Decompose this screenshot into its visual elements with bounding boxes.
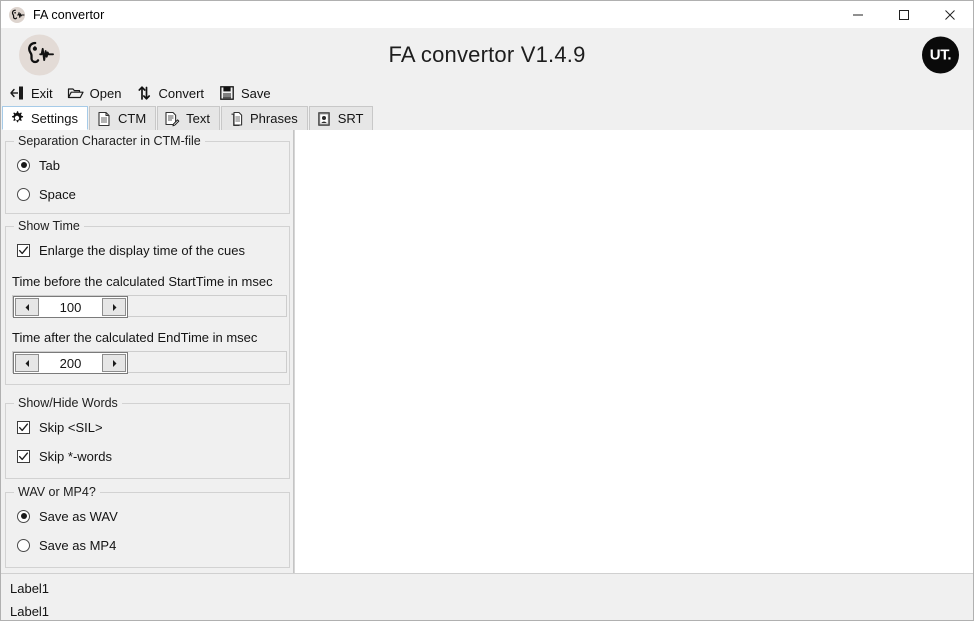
exit-door-icon — [8, 85, 25, 102]
arrow-left-icon — [25, 359, 29, 367]
status-label-1: Label1 — [10, 581, 50, 596]
before-starttime-stepper[interactable]: 100 — [12, 295, 287, 318]
checkbox-enlarge-cues-label: Enlarge the display time of the cues — [39, 242, 245, 258]
after-endtime-increment-button[interactable] — [102, 354, 126, 372]
after-endtime-label: Time after the calculated EndTime in mse… — [12, 330, 258, 345]
checkbox-skip-sil-label: Skip <SIL> — [39, 419, 103, 435]
exit-button[interactable]: Exit — [5, 82, 60, 104]
radio-tab-indicator[interactable] — [17, 158, 30, 172]
minimize-button[interactable] — [835, 1, 881, 28]
application-window: FA convertor FA convertor V1.4.9 UT. Exi… — [0, 0, 974, 621]
wav-or-mp4-legend: WAV or MP4? — [18, 485, 96, 499]
maximize-button[interactable] — [881, 1, 927, 28]
document-icon — [96, 111, 112, 127]
content-area[interactable] — [294, 130, 973, 573]
tab-phrases-label: Phrases — [250, 111, 298, 126]
status-area: Label1 Label1 — [1, 573, 973, 620]
open-folder-icon — [67, 85, 84, 102]
after-endtime-spin[interactable]: 200 — [13, 352, 128, 374]
show-time-legend: Show Time — [18, 219, 80, 233]
radio-space-indicator[interactable] — [17, 187, 30, 201]
after-endtime-decrement-button[interactable] — [15, 354, 39, 372]
arrow-right-icon — [112, 359, 116, 367]
wav-or-mp4-group: WAV or MP4? Save as WAV Save as MP4 — [5, 485, 290, 568]
tab-ctm-label: CTM — [117, 111, 147, 126]
checkbox-skip-star-words-label: Skip *-words — [39, 448, 112, 464]
minimize-icon — [853, 14, 863, 15]
convert-button[interactable]: Convert — [132, 82, 211, 104]
window-title: FA convertor — [33, 7, 105, 22]
close-button[interactable] — [927, 1, 973, 28]
radio-save-as-wav[interactable]: Save as WAV — [17, 506, 289, 526]
main-toolbar: Exit Open Convert Save — [1, 81, 973, 105]
ear-waveform-icon — [8, 6, 26, 24]
radio-save-as-mp4[interactable]: Save as MP4 — [17, 535, 289, 555]
tab-srt[interactable]: SRT — [308, 106, 374, 130]
tab-settings[interactable]: Settings — [2, 106, 88, 130]
arrow-right-icon — [112, 303, 116, 311]
checkbox-skip-star-words[interactable]: Skip *-words — [17, 446, 289, 466]
check-mark-icon — [18, 422, 29, 431]
save-label: Save — [241, 85, 271, 101]
exit-label: Exit — [31, 85, 53, 101]
before-starttime-label: Time before the calculated StartTime in … — [12, 274, 273, 289]
radio-tab-label: Tab — [39, 157, 60, 173]
radio-save-as-wav-label: Save as WAV — [39, 508, 118, 524]
radio-save-as-mp4-label: Save as MP4 — [39, 537, 117, 553]
arrow-left-icon — [25, 303, 29, 311]
checkbox-enlarge-cues[interactable]: Enlarge the display time of the cues — [17, 240, 289, 260]
open-button[interactable]: Open — [64, 82, 129, 104]
convert-label: Convert — [158, 85, 205, 101]
app-header: FA convertor V1.4.9 UT. — [1, 28, 973, 81]
show-time-group: Show Time Enlarge the display time of th… — [5, 219, 290, 385]
checkbox-skip-sil[interactable]: Skip <SIL> — [17, 417, 289, 437]
subtitle-document-icon — [316, 111, 332, 127]
radio-space[interactable]: Space — [17, 184, 289, 204]
show-hide-words-group: Show/Hide Words Skip <SIL> Skip *-words — [5, 396, 290, 479]
radio-tab[interactable]: Tab — [17, 155, 289, 175]
before-starttime-value[interactable]: 100 — [40, 297, 101, 317]
separation-character-legend: Separation Character in CTM-file — [18, 134, 201, 148]
settings-panel: Separation Character in CTM-file Tab Spa… — [1, 130, 294, 573]
document-pencil-icon — [164, 111, 180, 127]
show-hide-words-legend: Show/Hide Words — [18, 396, 118, 410]
after-endtime-value[interactable]: 200 — [40, 353, 101, 373]
before-starttime-spin[interactable]: 100 — [13, 296, 128, 318]
title-bar: FA convertor — [1, 1, 973, 28]
page-title: FA convertor V1.4.9 — [388, 41, 586, 67]
ut-logo: UT. — [922, 36, 959, 73]
after-endtime-stepper[interactable]: 200 — [12, 351, 287, 374]
documents-stack-icon — [228, 111, 244, 127]
before-starttime-increment-button[interactable] — [102, 298, 126, 316]
tab-text-label: Text — [186, 111, 210, 126]
tab-bar: Settings CTM Text Phrases SRT — [1, 105, 973, 130]
check-mark-icon — [18, 245, 29, 254]
close-icon — [945, 9, 955, 20]
save-button[interactable]: Save — [215, 82, 278, 104]
maximize-icon — [899, 9, 909, 20]
checkbox-skip-star-words-indicator[interactable] — [17, 449, 30, 463]
ear-waveform-logo — [19, 34, 60, 75]
tab-phrases[interactable]: Phrases — [221, 106, 308, 130]
tab-srt-label: SRT — [337, 111, 364, 126]
radio-save-as-wav-indicator[interactable] — [17, 509, 30, 523]
check-mark-icon — [18, 451, 29, 460]
window-controls — [835, 1, 973, 28]
radio-space-label: Space — [39, 186, 76, 202]
convert-arrows-icon — [135, 85, 152, 102]
tab-text[interactable]: Text — [157, 106, 220, 130]
tab-ctm[interactable]: CTM — [88, 106, 157, 130]
status-label-2: Label1 — [10, 604, 50, 619]
gear-icon — [9, 110, 25, 126]
checkbox-skip-sil-indicator[interactable] — [17, 420, 30, 434]
before-starttime-decrement-button[interactable] — [15, 298, 39, 316]
checkbox-enlarge-cues-indicator[interactable] — [17, 243, 30, 257]
open-label: Open — [89, 85, 122, 101]
save-floppy-icon — [218, 85, 235, 102]
tab-settings-label: Settings — [31, 110, 78, 126]
body-area: Separation Character in CTM-file Tab Spa… — [1, 130, 973, 573]
separation-character-group: Separation Character in CTM-file Tab Spa… — [5, 134, 290, 214]
radio-save-as-mp4-indicator[interactable] — [17, 538, 30, 552]
